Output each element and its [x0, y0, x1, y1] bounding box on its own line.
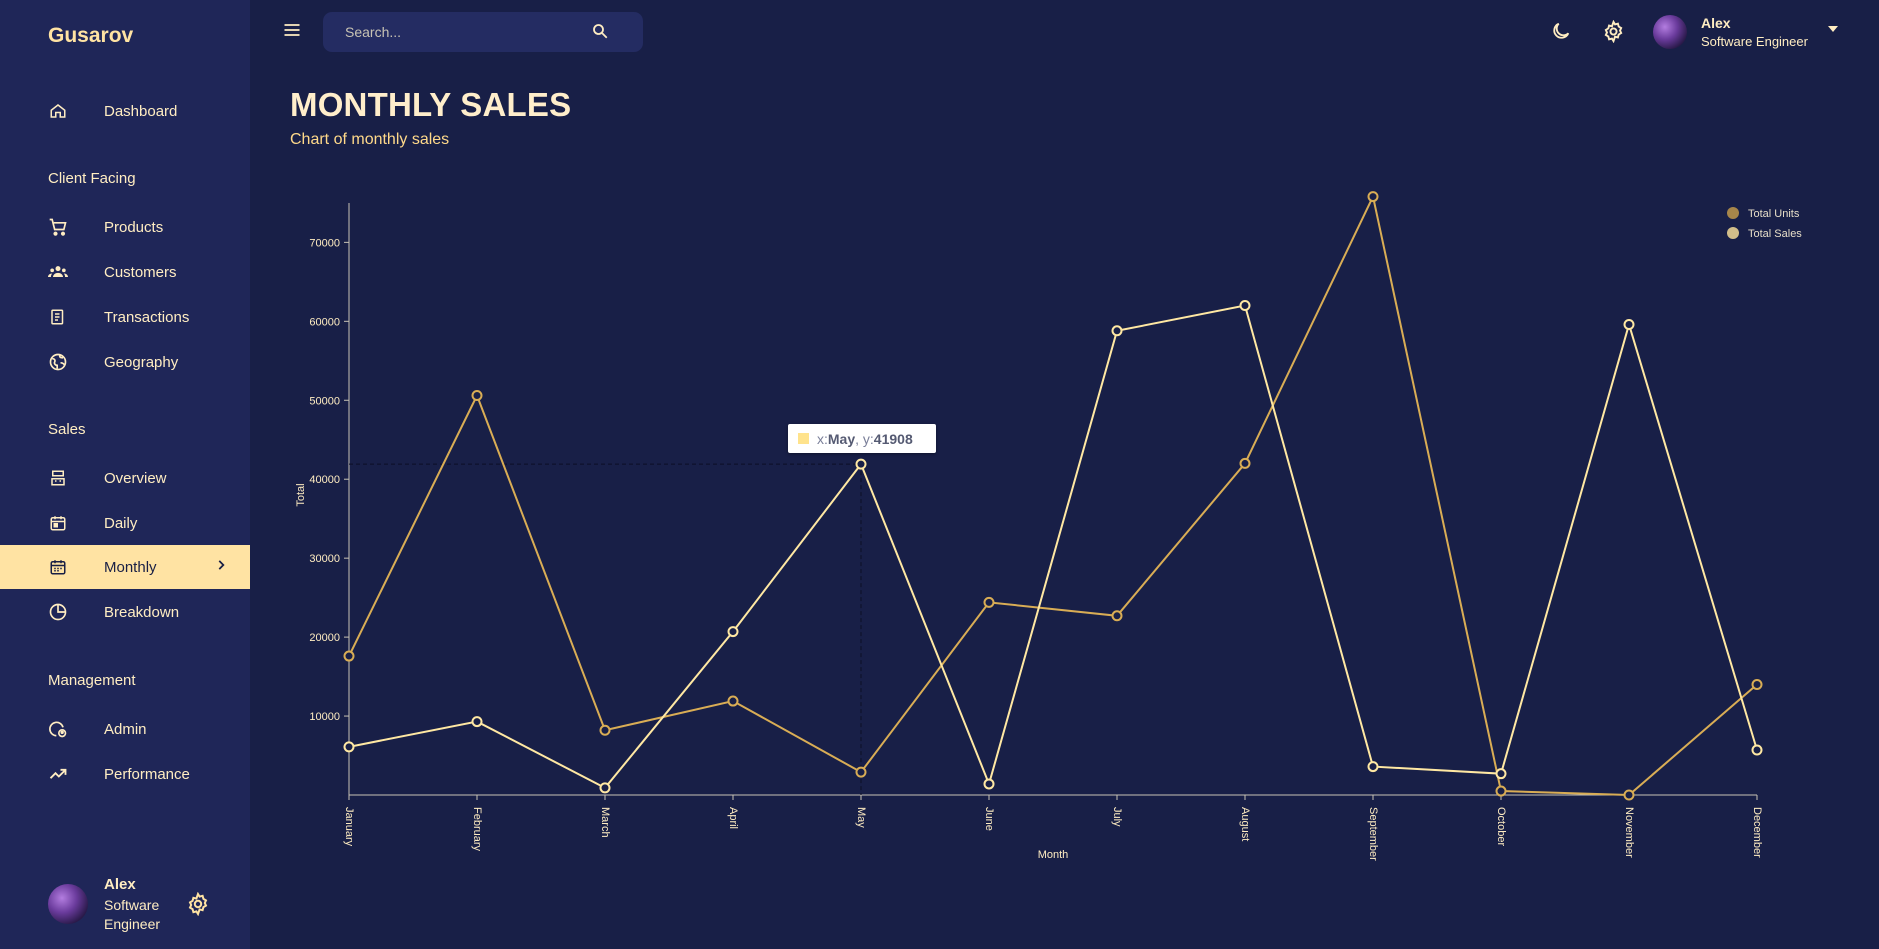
x-tick-label: November — [1623, 807, 1635, 858]
tooltip-x-label: x: — [817, 430, 828, 447]
data-point — [1495, 785, 1507, 797]
x-tick-label: September — [1367, 807, 1379, 861]
legend-swatch — [1727, 207, 1739, 219]
data-point — [727, 695, 739, 707]
data-point — [855, 766, 867, 778]
data-point — [1239, 457, 1251, 469]
data-point — [1111, 325, 1123, 337]
data-point — [343, 741, 355, 753]
data-point — [599, 724, 611, 736]
data-point — [1495, 768, 1507, 780]
y-tick-label: 30000 — [309, 553, 340, 565]
data-point — [471, 716, 483, 728]
y-tick-label: 10000 — [309, 711, 340, 723]
y-tick-label: 70000 — [309, 237, 340, 249]
series-line — [348, 304, 1758, 790]
chart-tooltip: x: May, y: 41908 — [788, 424, 936, 453]
data-point — [855, 458, 867, 470]
data-point — [1751, 678, 1763, 690]
y-tick-label: 20000 — [309, 632, 340, 644]
data-point — [1751, 744, 1763, 756]
data-point — [1623, 789, 1635, 801]
data-point — [727, 626, 739, 638]
tooltip-swatch — [798, 433, 809, 444]
x-tick-label: December — [1751, 807, 1763, 858]
x-tick-label: July — [1111, 807, 1123, 827]
monthly-sales-chart: 10000 20000 30000 40000 50000 60000 70000 Janua… — [295, 191, 1802, 861]
x-tick-label: October — [1495, 807, 1507, 846]
x-tick-label: August — [1239, 807, 1251, 841]
x-tick-label: March — [599, 807, 611, 838]
y-tick-label: 60000 — [309, 316, 340, 328]
data-point — [343, 650, 355, 662]
data-point — [1367, 761, 1379, 773]
legend-label: Total Units — [1748, 208, 1800, 220]
x-tick-label: June — [983, 807, 995, 831]
data-point — [1239, 300, 1251, 312]
data-point — [599, 782, 611, 794]
data-point — [1367, 191, 1379, 203]
tooltip-separator: , y: — [855, 430, 874, 447]
series-line — [348, 193, 1758, 797]
data-point — [983, 778, 995, 790]
x-axis-label: Month — [1038, 849, 1069, 861]
data-point — [983, 596, 995, 608]
data-point — [1111, 610, 1123, 622]
data-point — [1623, 318, 1635, 330]
tooltip-x-value: May — [827, 430, 856, 447]
data-point — [471, 390, 483, 402]
legend-label: Total Sales — [1748, 228, 1802, 240]
legend-swatch — [1727, 227, 1739, 239]
y-axis-label: Total — [295, 483, 307, 506]
x-tick-label: April — [727, 807, 739, 829]
y-tick-label: 40000 — [309, 474, 340, 486]
tooltip-y-value: 41908 — [873, 430, 913, 447]
x-tick-label: February — [471, 807, 483, 852]
y-tick-label: 50000 — [309, 395, 340, 407]
x-tick-label: May — [855, 807, 867, 828]
x-tick-label: January — [343, 807, 355, 847]
